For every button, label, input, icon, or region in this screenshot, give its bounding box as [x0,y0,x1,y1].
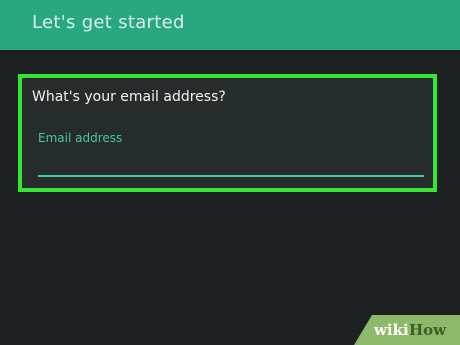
app-bar: Let's get started [0,0,460,50]
email-field[interactable]: Email address [34,129,424,179]
screen-title: Let's get started [32,12,185,33]
watermark-wiki-text: wiki [374,321,409,339]
email-form-card: What's your email address? Email address [18,74,437,192]
email-input[interactable] [38,149,424,173]
wikihow-watermark: wiki How [354,315,460,345]
email-field-underline [38,175,424,177]
email-field-label: Email address [38,131,123,145]
email-question-label: What's your email address? [32,89,226,105]
watermark-how-text: How [409,321,447,339]
